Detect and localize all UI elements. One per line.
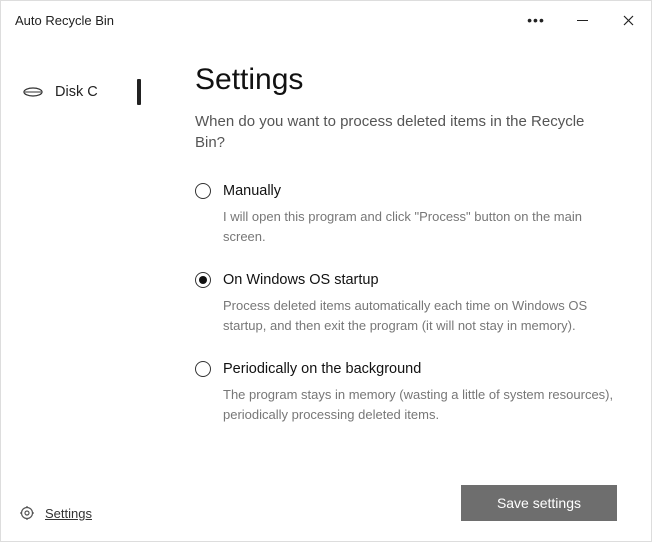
more-button[interactable]: ••• (513, 1, 559, 39)
save-settings-button[interactable]: Save settings (461, 485, 617, 521)
close-button[interactable] (605, 1, 651, 39)
option-description: The program stays in memory (wasting a l… (195, 385, 617, 424)
radio-option[interactable]: Periodically on the background (195, 361, 617, 377)
page-subtitle: When do you want to process deleted item… (195, 111, 617, 153)
option-2: Periodically on the background The progra… (195, 361, 617, 424)
content-area: Disk C Settings Settings When do you wan… (1, 39, 651, 541)
sidebar-settings-label: Settings (45, 506, 92, 521)
radio-icon (195, 272, 211, 288)
page-title: Settings (195, 63, 617, 97)
radio-option[interactable]: On Windows OS startup (195, 272, 617, 288)
main-panel: Settings When do you want to process del… (161, 39, 651, 541)
option-label: On Windows OS startup (223, 272, 379, 288)
option-description: I will open this program and click "Proc… (195, 207, 617, 246)
option-description: Process deleted items automatically each… (195, 296, 617, 335)
sidebar-item-label: Disk C (55, 84, 98, 100)
button-row: Save settings (461, 485, 617, 521)
option-label: Periodically on the background (223, 361, 421, 377)
radio-option[interactable]: Manually (195, 183, 617, 199)
gear-icon (19, 505, 35, 521)
minimize-button[interactable] (559, 1, 605, 39)
sidebar-settings-link[interactable]: Settings (1, 505, 161, 541)
sidebar-item-disk-c[interactable]: Disk C (1, 73, 161, 111)
option-label: Manually (223, 183, 281, 199)
sidebar: Disk C Settings (1, 39, 161, 541)
drive-icon (23, 86, 43, 98)
option-1: On Windows OS startup Process deleted ite… (195, 272, 617, 335)
titlebar: Auto Recycle Bin ••• (1, 1, 651, 39)
radio-icon (195, 361, 211, 377)
options-list: Manually I will open this program and cli… (195, 183, 617, 450)
option-0: Manually I will open this program and cli… (195, 183, 617, 246)
radio-icon (195, 183, 211, 199)
window-title: Auto Recycle Bin (15, 13, 114, 28)
